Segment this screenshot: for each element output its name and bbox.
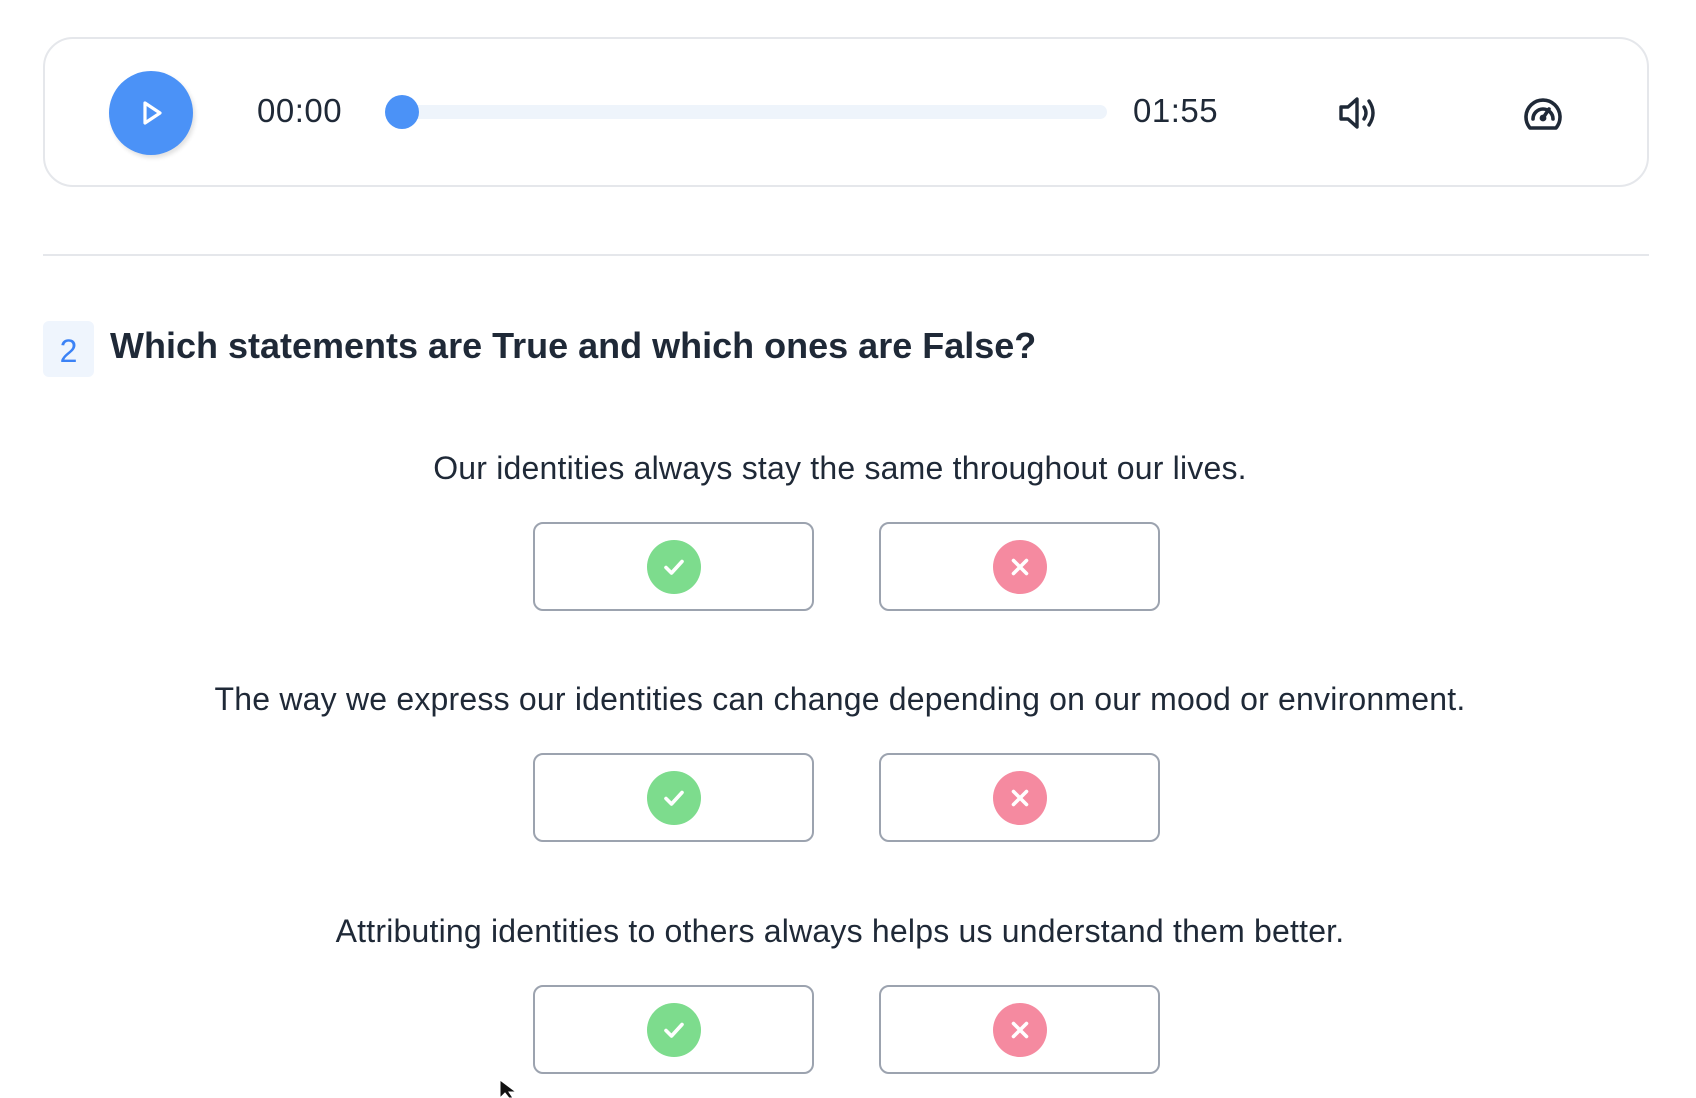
play-button[interactable] [109, 71, 193, 155]
statement-text: Attributing identities to others always … [335, 913, 1345, 949]
playback-speed-button[interactable] [1519, 91, 1567, 135]
playback-speed-icon [1524, 98, 1562, 130]
statement-text: Our identities always stay the same thro… [433, 450, 1247, 486]
statement-text: The way we express our identities can ch… [214, 681, 1466, 717]
play-icon [143, 101, 162, 125]
x-circle-icon [992, 1002, 1047, 1057]
false-button[interactable] [879, 522, 1160, 611]
progress-track[interactable] [385, 95, 1107, 129]
volume-button[interactable] [1335, 91, 1383, 135]
volume-icon [1339, 97, 1375, 129]
true-button[interactable] [533, 985, 814, 1074]
false-button[interactable] [879, 753, 1160, 842]
true-button[interactable] [533, 753, 814, 842]
divider [43, 254, 1649, 256]
check-circle-icon [646, 1002, 701, 1057]
mouse-cursor-icon [499, 1080, 518, 1098]
x-circle-icon [992, 539, 1047, 594]
check-circle-icon [646, 770, 701, 825]
current-time: 00:00 [257, 92, 343, 129]
false-button[interactable] [879, 985, 1160, 1074]
question-title: Which statements are True and which ones… [110, 325, 1037, 366]
audio-player: 00:00 01:55 [43, 37, 1649, 187]
check-circle-icon [646, 539, 701, 594]
question-number: 2 [43, 321, 94, 377]
progress-knob[interactable] [385, 95, 419, 129]
total-time: 01:55 [1133, 92, 1219, 129]
x-circle-icon [992, 770, 1047, 825]
true-button[interactable] [533, 522, 814, 611]
page: 00:00 01:55 2 Which statements are True … [0, 0, 1696, 1098]
